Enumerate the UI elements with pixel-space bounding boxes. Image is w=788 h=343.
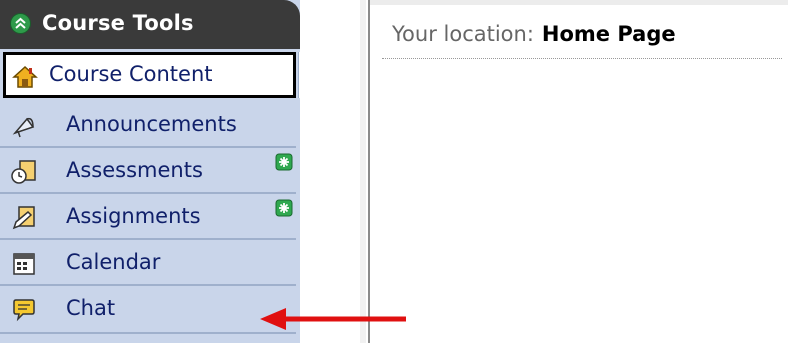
paper-pencil-icon <box>12 206 35 230</box>
sidebar-item-label: Assessments <box>66 158 203 182</box>
red-arrow-annotation-icon <box>260 308 406 330</box>
sidebar-item-assessments[interactable]: Assessments <box>0 148 296 194</box>
new-content-badge-icon <box>275 153 293 171</box>
sidebar-item-label: Assignments <box>66 204 201 228</box>
course-tools-panel: Course Tools Course Content Announcement… <box>0 0 328 343</box>
sidebar-item-label: Calendar <box>66 250 161 274</box>
sidebar-item-course-content[interactable]: Course Content <box>3 52 296 98</box>
page: Course Tools Course Content Announcement… <box>0 0 788 343</box>
new-content-badge-icon <box>275 199 293 217</box>
sidebar-item-label: Chat <box>66 296 116 320</box>
course-tools-header: Course Tools <box>0 0 300 49</box>
double-chevron-up-icon[interactable] <box>10 13 31 34</box>
sidebar-item-announcements[interactable]: Announcements <box>0 102 296 148</box>
megaphone-icon <box>12 117 35 138</box>
frame-divider <box>360 0 366 343</box>
breadcrumb: Your location: Home Page <box>392 22 676 46</box>
content-frame: Your location: Home Page <box>368 0 788 343</box>
frame-gap <box>300 0 366 343</box>
sidebar-item-label: Announcements <box>66 112 237 136</box>
sidebar-item-assignments[interactable]: Assignments <box>0 194 296 240</box>
breadcrumb-prefix: Your location: <box>392 22 534 46</box>
house-icon <box>12 65 38 88</box>
sidebar-item-label: Course Content <box>49 62 213 86</box>
sidebar-item-calendar[interactable]: Calendar <box>0 240 296 286</box>
sidebar-item-chat[interactable]: Chat <box>0 286 296 334</box>
breadcrumb-divider <box>382 58 782 59</box>
speech-bubble-icon <box>13 299 35 322</box>
clipboard-clock-icon <box>11 160 36 184</box>
calendar-icon <box>13 253 35 275</box>
breadcrumb-current: Home Page <box>541 22 676 46</box>
course-tools-title: Course Tools <box>42 11 194 35</box>
